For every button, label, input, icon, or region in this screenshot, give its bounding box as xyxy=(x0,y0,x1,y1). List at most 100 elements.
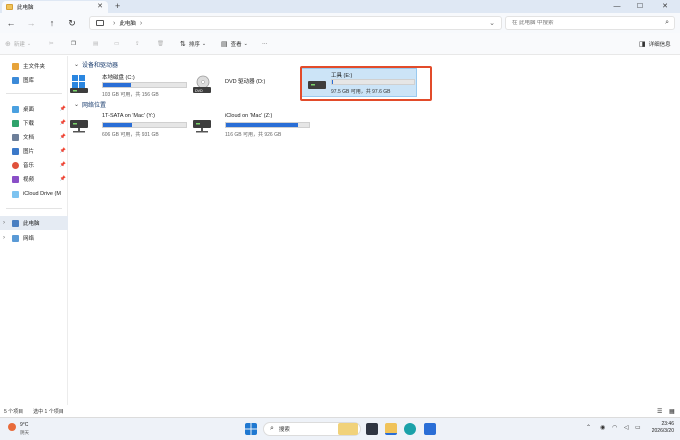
sidebar-item-label: iCloud Drive (M xyxy=(23,191,61,197)
pin-icon[interactable]: 📌 xyxy=(60,106,66,112)
sidebar-item-music[interactable]: 音乐 📌 xyxy=(0,158,68,172)
view-button[interactable]: ▤ 查看 ⌄ xyxy=(221,38,248,50)
drive-usage-fill xyxy=(103,123,133,127)
start-icon[interactable] xyxy=(245,423,257,435)
pin-icon[interactable]: 📌 xyxy=(60,134,66,140)
document-icon xyxy=(12,133,19,141)
network-drive-icon xyxy=(193,120,211,133)
clock-time: 23:46 xyxy=(661,421,674,427)
tab-label: 此电脑 xyxy=(17,5,34,11)
network-status-icon[interactable]: ◉ xyxy=(600,424,605,431)
copy-icon[interactable]: ❐ xyxy=(71,38,76,50)
new-tab-button[interactable]: + xyxy=(115,1,120,11)
wifi-icon[interactable]: ◠ xyxy=(612,424,617,431)
paste-icon[interactable]: ▤ xyxy=(93,38,98,50)
store-icon[interactable] xyxy=(424,423,436,435)
close-tab-icon[interactable]: ✕ xyxy=(97,2,103,10)
share-icon[interactable]: ⇪ xyxy=(135,38,140,50)
sidebar-item-documents[interactable]: 文档 📌 xyxy=(0,130,68,144)
breadcrumb-this-pc[interactable]: 此电脑 xyxy=(119,19,136,27)
search-box[interactable]: ⌕ xyxy=(505,16,675,30)
chevron-down-icon: ⌄ xyxy=(26,41,32,47)
view-icon: ▤ xyxy=(221,41,228,48)
music-icon xyxy=(12,161,19,169)
search-highlight-icon[interactable] xyxy=(338,423,358,435)
group-network-label: 网络位置 xyxy=(82,103,107,109)
delete-icon[interactable]: 🗑 xyxy=(157,38,164,50)
sidebar-item-icloud-drive[interactable]: iCloud Drive (M xyxy=(0,187,68,201)
drive-space: 103 GB 可用，共 156 GB xyxy=(102,92,159,98)
network-icon xyxy=(12,234,19,242)
chevron-down-icon[interactable]: ⌄ xyxy=(489,19,495,27)
breadcrumb-separator: › xyxy=(113,19,116,27)
sidebar-item-gallery[interactable]: 图库 xyxy=(0,73,68,87)
search-icon[interactable]: ⌕ xyxy=(665,19,669,27)
pin-icon[interactable]: 📌 xyxy=(60,176,66,182)
rename-icon[interactable]: ▭ xyxy=(114,38,119,50)
drive-d[interactable]: DVD DVD 驱动器 (D:) xyxy=(193,71,313,105)
drive-z[interactable]: iCloud on 'Mac' (Z:) 116 GB 可用，共 926 GB xyxy=(193,111,313,145)
breadcrumb-separator[interactable]: › xyxy=(140,20,142,27)
highlight-box xyxy=(300,66,432,101)
sidebar-item-network[interactable]: › 网络 xyxy=(0,231,68,245)
weather-widget[interactable]: 9°C 阴天 xyxy=(8,421,48,438)
sidebar-item-videos[interactable]: 视频 📌 xyxy=(0,172,68,186)
details-view-icon[interactable]: ☰ xyxy=(657,408,662,415)
clock[interactable]: 23:46 2026/3/20 xyxy=(646,421,674,435)
divider xyxy=(6,93,62,94)
more-button[interactable]: ··· xyxy=(262,38,268,50)
up-button[interactable]: ↑ xyxy=(45,16,59,30)
task-view-icon[interactable] xyxy=(366,423,378,435)
sidebar-item-home[interactable]: 主文件夹 xyxy=(0,59,68,73)
battery-icon[interactable]: ▭ xyxy=(635,424,641,431)
chevron-up-icon[interactable]: ⌃ xyxy=(586,424,591,431)
group-network-header[interactable]: ⌄ 网络位置 xyxy=(74,100,106,109)
windows-drive-icon xyxy=(70,75,88,93)
drive-usage-bar xyxy=(225,122,310,128)
sidebar-item-label: 视频 xyxy=(23,177,35,183)
address-bar-row: ← → ↑ ↻ › 此电脑 › ⌄ ⌕ xyxy=(0,13,680,33)
sidebar-item-pictures[interactable]: 图片 📌 xyxy=(0,144,68,158)
address-field[interactable]: › 此电脑 › ⌄ xyxy=(89,16,502,30)
sidebar-item-this-pc[interactable]: › 此电脑 xyxy=(0,216,68,230)
refresh-button[interactable]: ↻ xyxy=(65,16,79,30)
chevron-right-icon[interactable]: › xyxy=(3,220,5,226)
edge-icon[interactable] xyxy=(404,423,416,435)
drive-name: 本地磁盘 (C:) xyxy=(102,75,135,81)
minimize-button[interactable]: — xyxy=(608,0,626,12)
cut-icon[interactable]: ✂ xyxy=(49,38,54,50)
sort-label: 排序 xyxy=(188,42,200,48)
forward-button[interactable]: → xyxy=(24,16,38,30)
group-devices-header[interactable]: ⌄ 设备和驱动器 xyxy=(74,60,118,69)
pin-icon[interactable]: 📌 xyxy=(60,162,66,168)
computer-icon xyxy=(12,219,19,227)
maximize-button[interactable]: ☐ xyxy=(631,0,649,12)
pin-icon[interactable]: 📌 xyxy=(60,120,66,126)
details-button[interactable]: ◨ 详细信息 xyxy=(639,38,671,50)
back-button[interactable]: ← xyxy=(4,16,18,30)
drive-usage-bar xyxy=(102,82,187,88)
new-button[interactable]: ⊕ 新建 ⌄ xyxy=(5,38,31,50)
volume-icon[interactable]: ◁ xyxy=(624,424,629,431)
drive-name: iCloud on 'Mac' (Z:) xyxy=(225,113,273,119)
drive-name: DVD 驱动器 (D:) xyxy=(225,79,266,85)
drive-y[interactable]: 1T-SATA on 'Mac' (Y:) 606 GB 可用，共 931 GB xyxy=(70,111,190,145)
chevron-right-icon[interactable]: › xyxy=(3,235,5,241)
file-explorer-icon[interactable] xyxy=(385,423,397,435)
close-window-button[interactable]: ✕ xyxy=(656,0,674,12)
sidebar-item-downloads[interactable]: 下载 📌 xyxy=(0,116,68,130)
tiles-view-icon[interactable]: ▦ xyxy=(669,408,675,415)
desktop-icon xyxy=(12,105,19,113)
search-input[interactable] xyxy=(512,20,660,26)
pin-icon[interactable]: 📌 xyxy=(60,148,66,154)
sidebar-item-desktop[interactable]: 桌面 📌 xyxy=(0,102,68,116)
folder-icon xyxy=(6,4,13,10)
sidebar-item-label: 桌面 xyxy=(23,107,35,113)
divider xyxy=(6,208,62,209)
taskbar: 9°C 阴天 ⌕ 搜索 ⌃ ◉ ◠ ◁ ▭ 23:46 2026/3/20 xyxy=(0,417,680,440)
drive-usage-fill xyxy=(103,83,132,87)
chevron-down-icon: ⌄ xyxy=(74,102,80,108)
weather-icon xyxy=(8,423,16,431)
tab-this-pc[interactable]: 此电脑 ✕ xyxy=(2,1,108,13)
sort-button[interactable]: ⇅ 排序 ⌄ xyxy=(180,38,206,50)
